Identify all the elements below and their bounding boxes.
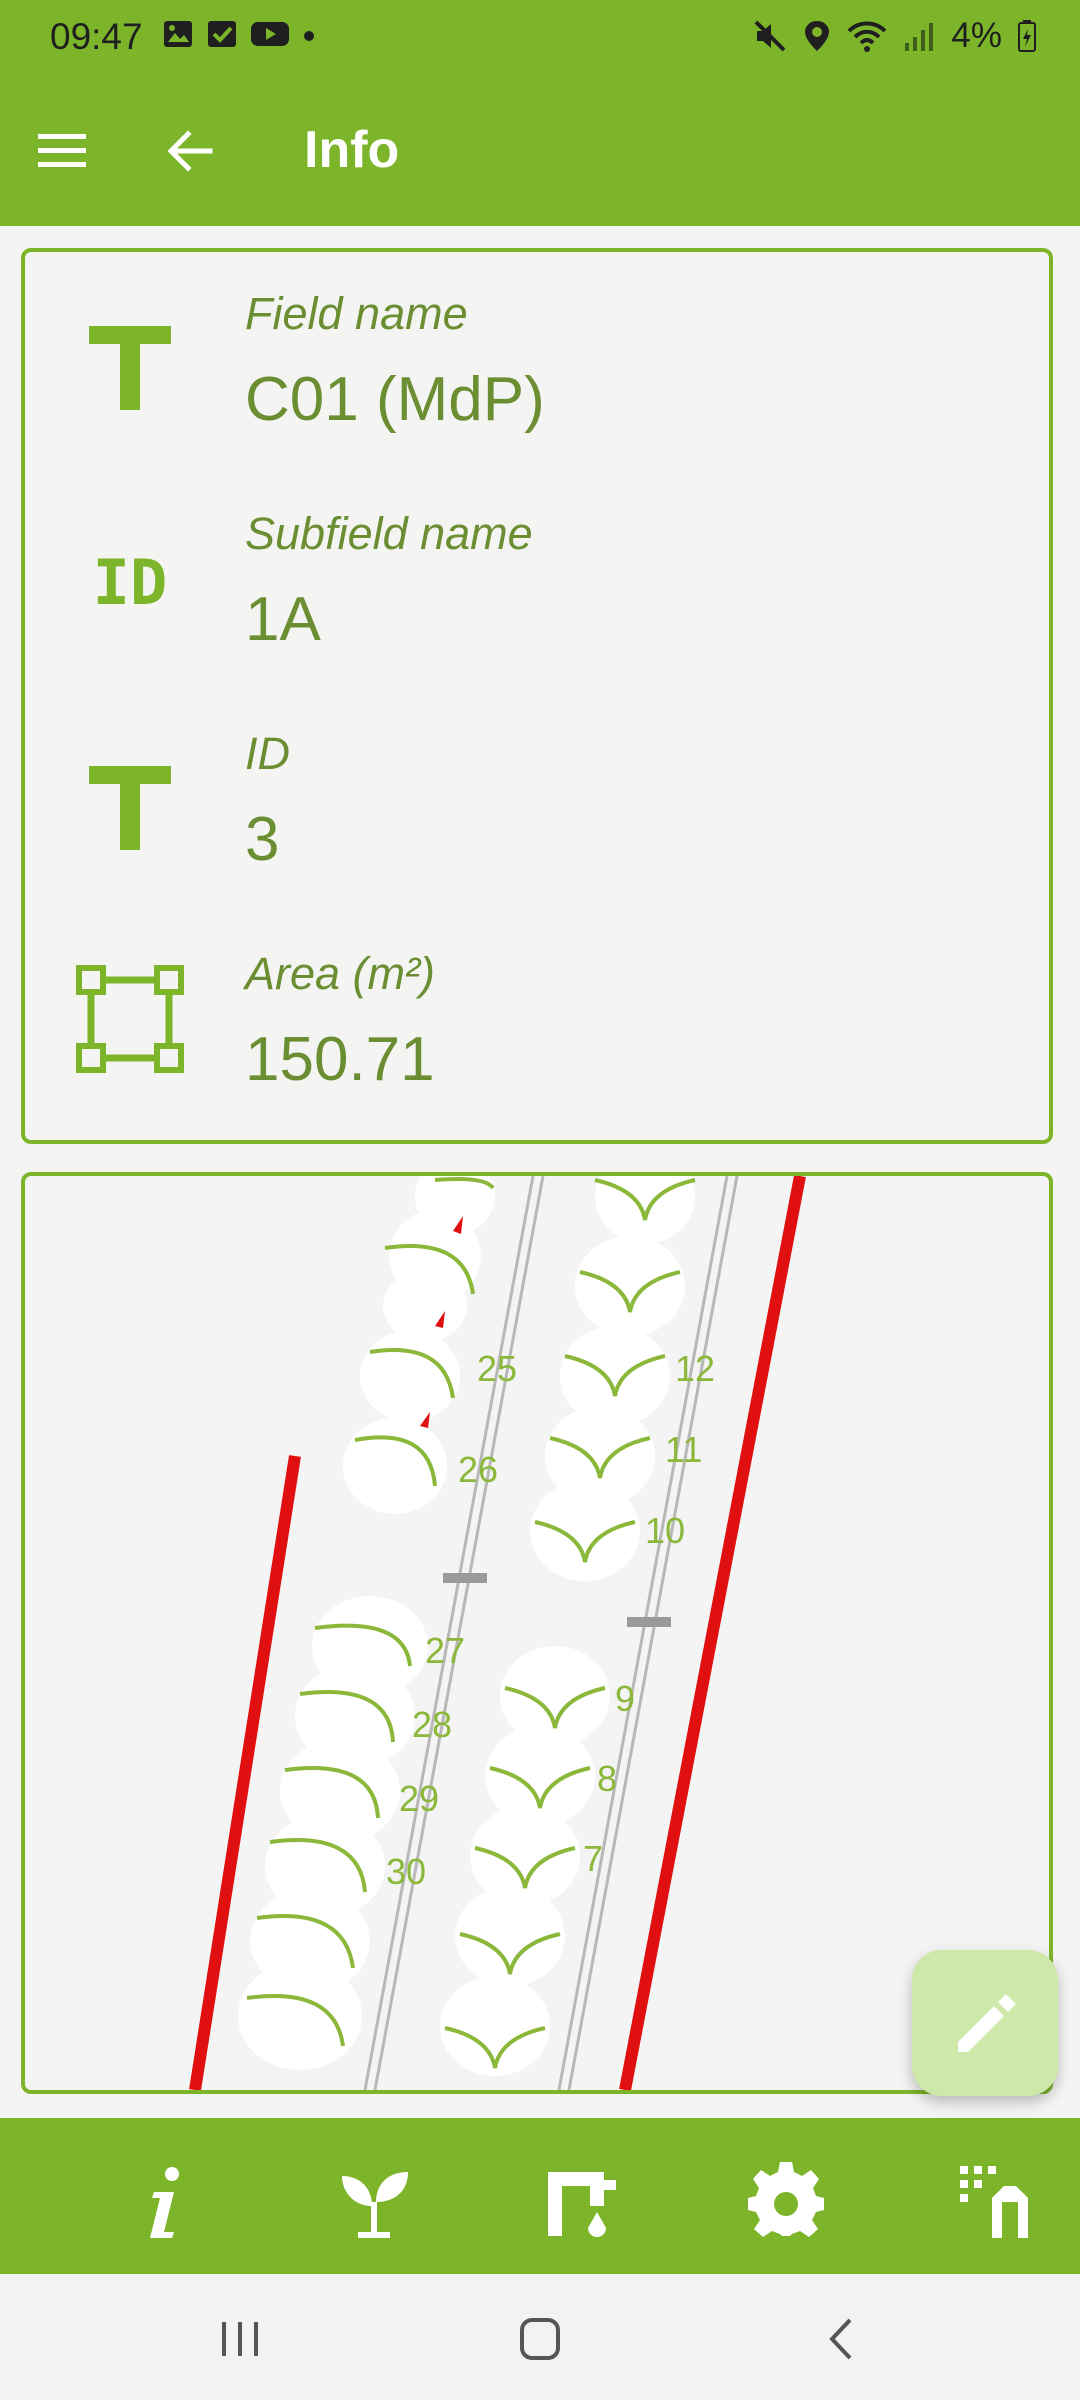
info-card: Field name C01 (MdP) ID Subfield name 1A… — [21, 248, 1053, 1144]
menu-icon[interactable] — [36, 130, 88, 172]
id-value: 3 — [245, 805, 280, 874]
id-label: ID — [245, 728, 290, 779]
back-arrow-icon[interactable] — [162, 124, 216, 178]
youtube-icon — [251, 22, 289, 46]
row-number-28: 28 — [412, 1704, 452, 1745]
field-name-label: Field name — [245, 288, 468, 339]
settings-icon[interactable] — [746, 2162, 826, 2242]
area-icon — [76, 965, 184, 1073]
dot-icon — [304, 31, 314, 41]
row-number-7: 7 — [583, 1838, 603, 1879]
row-number-8: 8 — [597, 1758, 617, 1799]
plant-icon[interactable] — [334, 2162, 414, 2242]
mute-icon — [754, 20, 786, 52]
recents-icon[interactable] — [210, 2314, 270, 2364]
info-row-id: ID 3 — [25, 692, 1049, 892]
status-time: 09:47 — [50, 16, 143, 57]
system-status-icons: 4% — [753, 16, 1036, 56]
row-number-29: 29 — [399, 1778, 439, 1819]
row-number-30: 30 — [386, 1851, 426, 1892]
gallery-icon — [164, 21, 192, 47]
field-map[interactable]: 25 26 27 28 29 30 12 11 10 9 8 7 — [21, 1172, 1053, 2094]
home-icon[interactable] — [510, 2314, 570, 2364]
row-number-25: 25 — [477, 1348, 517, 1389]
info-row-subfield-name: ID Subfield name 1A — [25, 472, 1049, 672]
back-icon[interactable] — [812, 2314, 872, 2364]
svg-text:ID: ID — [93, 546, 168, 619]
export-icon[interactable] — [956, 2162, 1036, 2242]
battery-icon — [1018, 20, 1036, 52]
info-row-field-name: Field name C01 (MdP) — [25, 252, 1049, 452]
row-number-11: 11 — [665, 1429, 702, 1470]
subfield-name-value: 1A — [245, 585, 321, 654]
info-row-area: Area (m²) 150.71 — [25, 912, 1049, 1112]
id-icon: ID — [93, 546, 168, 619]
notification-icons — [162, 18, 316, 50]
wifi-icon — [847, 21, 887, 52]
battery-percent: 4% — [951, 16, 1002, 55]
status-bar: 09:47 4% — [0, 0, 1080, 76]
system-navigation-bar — [0, 2274, 1080, 2400]
edit-pencil-icon — [958, 1994, 1016, 2052]
row-number-27: 27 — [425, 1630, 465, 1671]
edit-button[interactable] — [912, 1950, 1058, 2096]
row-number-9: 9 — [615, 1678, 635, 1719]
subfield-name-label: Subfield name — [245, 508, 533, 559]
bottom-navigation — [0, 2118, 1080, 2274]
row-number-10: 10 — [645, 1510, 685, 1551]
field-name-value: C01 (MdP) — [245, 365, 545, 434]
location-icon — [805, 21, 830, 51]
map-canvas[interactable]: 25 26 27 28 29 30 12 11 10 9 8 7 — [25, 1176, 1049, 2090]
app-bar: Info — [0, 76, 1080, 226]
row-marker — [443, 1573, 487, 1583]
checkbox-icon — [208, 21, 236, 47]
irrigation-icon[interactable] — [542, 2162, 622, 2242]
area-label: Area (m²) — [245, 948, 435, 999]
area-value: 150.71 — [245, 1025, 435, 1094]
row-marker — [627, 1617, 671, 1627]
signal-icon — [905, 23, 934, 51]
text-icon — [89, 766, 171, 850]
info-icon[interactable] — [124, 2162, 204, 2242]
row-number-26: 26 — [458, 1449, 498, 1490]
page-title: Info — [304, 121, 400, 179]
row-number-12: 12 — [675, 1348, 715, 1389]
text-icon — [89, 326, 171, 410]
